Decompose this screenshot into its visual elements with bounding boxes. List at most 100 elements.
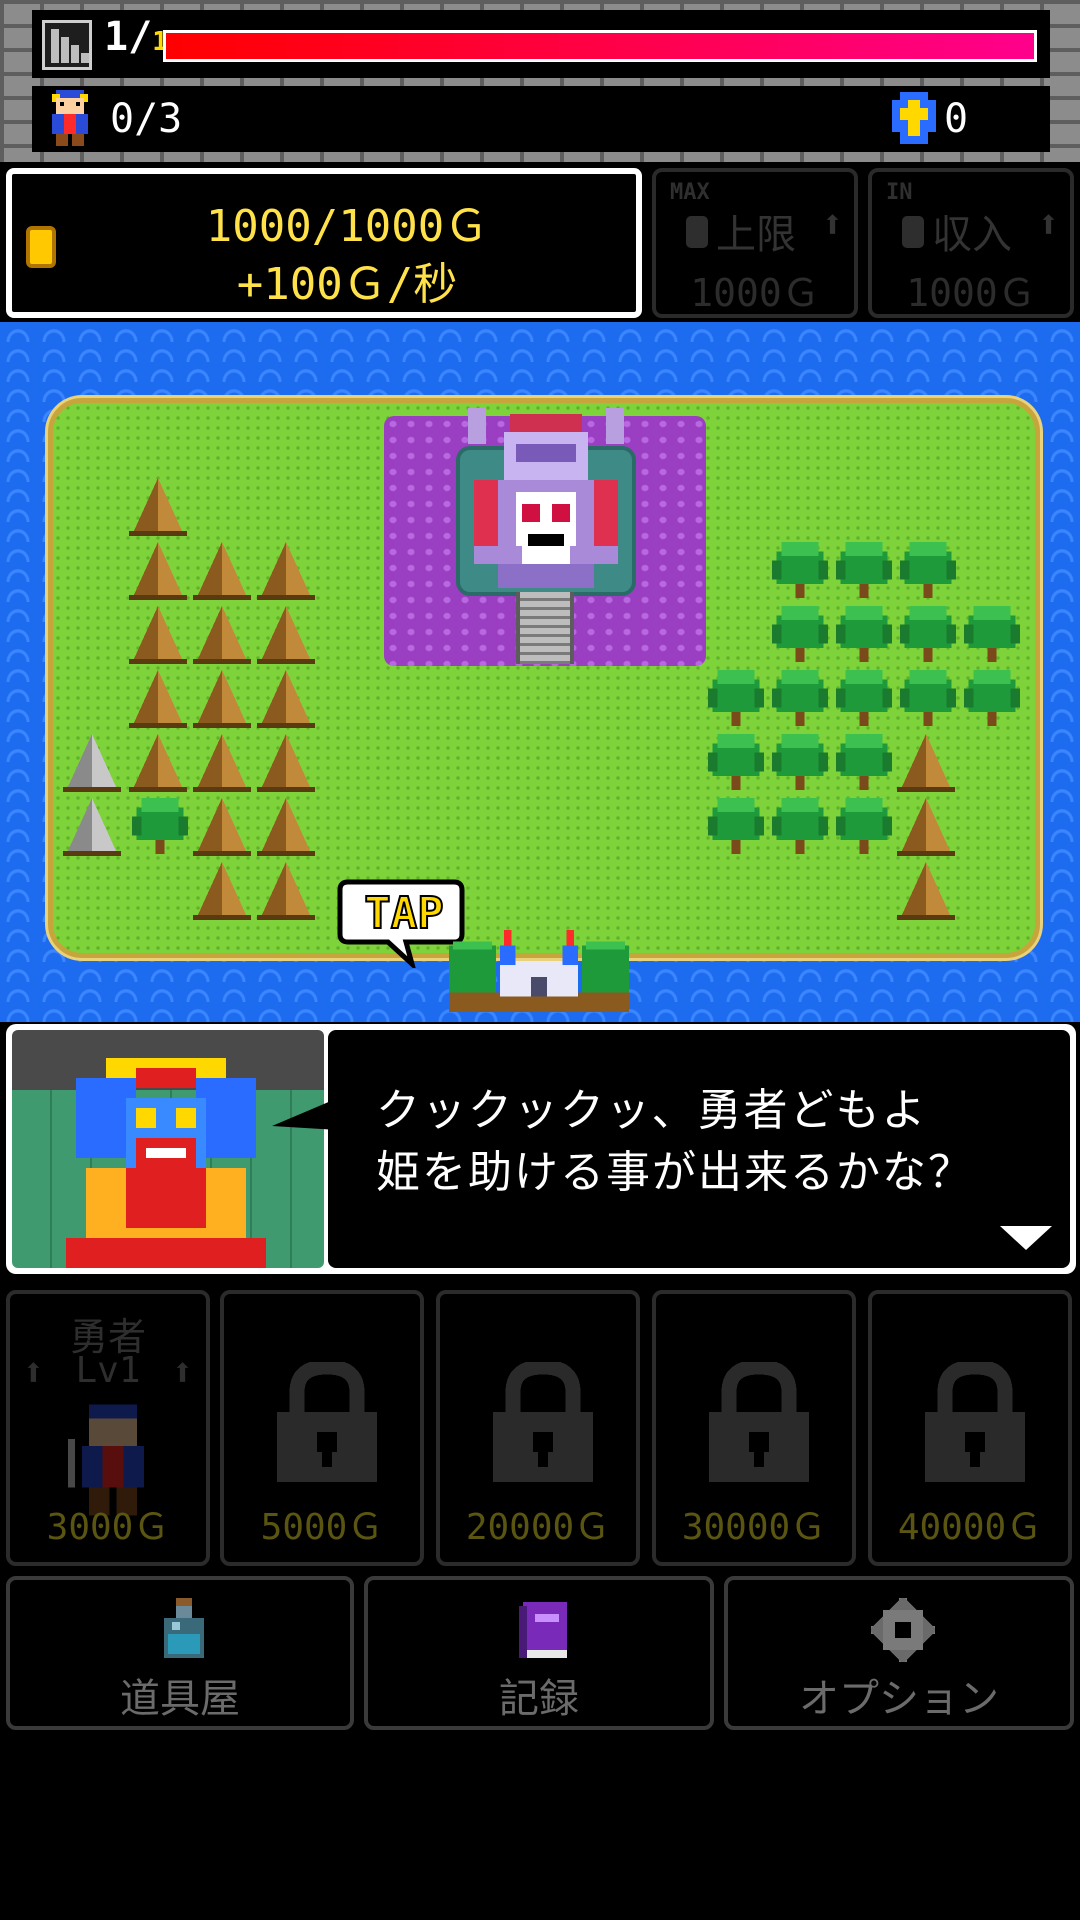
upgrade-income-price: 1000Ｇ bbox=[906, 271, 1036, 315]
mountain-icon bbox=[192, 862, 252, 920]
options-button[interactable]: オプション bbox=[724, 1576, 1074, 1730]
gear-icon bbox=[871, 1598, 935, 1662]
lock-icon bbox=[709, 1362, 809, 1482]
tree-icon bbox=[900, 606, 956, 662]
castle-stairs bbox=[516, 592, 574, 664]
records-button[interactable]: 記録 bbox=[364, 1576, 714, 1730]
floor-counter: 1/1 bbox=[104, 14, 168, 60]
mountain-icon bbox=[192, 798, 252, 856]
gold-panel: 1000/1000Ｇ +100Ｇ/秒 bbox=[6, 168, 642, 318]
lock-icon bbox=[925, 1362, 1025, 1482]
lock-icon bbox=[493, 1362, 593, 1482]
cross-count: 0 bbox=[944, 96, 969, 142]
world-map[interactable]: TAP bbox=[0, 322, 1080, 1022]
mountain-icon bbox=[896, 798, 956, 856]
upgrade-max-tag: MAX bbox=[670, 180, 710, 205]
lock-icon bbox=[277, 1362, 377, 1482]
mountain-icon bbox=[192, 734, 252, 792]
tree-icon bbox=[132, 798, 188, 854]
home-castle[interactable] bbox=[448, 930, 630, 1012]
upgrade-max-label: 上限 bbox=[716, 212, 796, 258]
mountain-icon bbox=[128, 734, 188, 792]
upgrade-income-label: 収入 bbox=[932, 212, 1012, 258]
hp-bar bbox=[163, 30, 1037, 62]
tree-icon bbox=[836, 542, 892, 598]
arrow-up-icon: ⬆ bbox=[1037, 202, 1060, 246]
mountain-icon bbox=[256, 862, 316, 920]
tree-icon bbox=[836, 798, 892, 854]
speech-box: クックックッ、勇者どもよ 姫を助ける事が出来るかな？ bbox=[328, 1030, 1070, 1268]
tree-icon bbox=[772, 606, 828, 662]
unit-price: 40000Ｇ bbox=[897, 1507, 1043, 1548]
book-icon bbox=[519, 1602, 567, 1658]
mountain-icon bbox=[128, 478, 188, 536]
unit-price: 20000Ｇ bbox=[465, 1507, 611, 1548]
demon-lord-icon bbox=[66, 1058, 266, 1268]
upgrade-max-price: 1000Ｇ bbox=[690, 271, 820, 315]
tree-icon bbox=[836, 670, 892, 726]
mountain-icon bbox=[256, 542, 316, 600]
tree-icon bbox=[836, 606, 892, 662]
tree-icon bbox=[708, 670, 764, 726]
mountain-icon bbox=[256, 798, 316, 856]
unit-slot-locked[interactable]: 30000Ｇ bbox=[652, 1290, 856, 1566]
upgrade-income-button[interactable]: IN 収入 ⬆ 1000Ｇ bbox=[868, 168, 1074, 318]
tree-icon bbox=[772, 798, 828, 854]
potion-icon bbox=[164, 1598, 204, 1658]
options-label: オプション bbox=[799, 1676, 999, 1722]
records-label: 記録 bbox=[499, 1676, 579, 1722]
party-count: 0/3 bbox=[110, 96, 183, 142]
tree-icon bbox=[964, 670, 1020, 726]
tree-icon bbox=[900, 542, 956, 598]
cross-icon bbox=[892, 92, 936, 144]
rock-mountain-icon bbox=[62, 798, 122, 856]
mountain-icon bbox=[256, 606, 316, 664]
arrow-up-icon: ⬆ bbox=[171, 1350, 194, 1394]
mountain-icon bbox=[128, 542, 188, 600]
rock-mountain-icon bbox=[62, 734, 122, 792]
tree-icon bbox=[836, 734, 892, 790]
mountain-icon bbox=[896, 734, 956, 792]
mountain-icon bbox=[896, 862, 956, 920]
unit-slot-locked[interactable]: 20000Ｇ bbox=[436, 1290, 640, 1566]
mountain-icon bbox=[256, 734, 316, 792]
dialogue-box[interactable]: クックックッ、勇者どもよ 姫を助ける事が出来るかな？ bbox=[6, 1024, 1076, 1274]
floor-icon bbox=[42, 20, 92, 70]
tree-icon bbox=[772, 542, 828, 598]
upgrade-income-tag: IN bbox=[886, 180, 913, 205]
coin-icon bbox=[902, 216, 924, 248]
unit-slot-locked[interactable]: 40000Ｇ bbox=[868, 1290, 1072, 1566]
unit-price: 3000Ｇ bbox=[46, 1507, 170, 1548]
hero-icon bbox=[52, 90, 88, 146]
unit-slot-locked[interactable]: 5000Ｇ bbox=[220, 1290, 424, 1566]
tree-icon bbox=[964, 606, 1020, 662]
hp-row: 1/1 bbox=[32, 10, 1050, 78]
tap-label: TAP bbox=[363, 887, 444, 940]
arrow-up-icon: ⬆ bbox=[821, 202, 844, 246]
floor-current: 1 bbox=[104, 14, 129, 60]
next-arrow-icon[interactable] bbox=[1000, 1226, 1052, 1250]
mountain-icon bbox=[192, 670, 252, 728]
mountain-icon bbox=[128, 670, 188, 728]
item-shop-button[interactable]: 道具屋 bbox=[6, 1576, 354, 1730]
unit-slot-hero[interactable]: 勇者 ⬆ Lv1 ⬆ 3000Ｇ bbox=[6, 1290, 210, 1566]
status-header: 1/1 0/3 0 bbox=[0, 0, 1080, 162]
unit-price: 30000Ｇ bbox=[681, 1507, 827, 1548]
mountain-icon bbox=[256, 670, 316, 728]
party-row: 0/3 0 bbox=[32, 86, 1050, 152]
gold-rate: +100Ｇ/秒 bbox=[236, 259, 458, 310]
tree-icon bbox=[900, 670, 956, 726]
demon-castle[interactable] bbox=[462, 408, 630, 594]
dialogue-line-2: 姫を助ける事が出来るかな？ bbox=[376, 1147, 974, 1198]
upgrade-max-button[interactable]: MAX 上限 ⬆ 1000Ｇ bbox=[652, 168, 858, 318]
coin-icon bbox=[686, 216, 708, 248]
tree-icon bbox=[708, 798, 764, 854]
dialogue-line-1: クックックッ、勇者どもよ bbox=[376, 1085, 928, 1136]
tree-icon bbox=[772, 670, 828, 726]
mountain-icon bbox=[192, 542, 252, 600]
tree-icon bbox=[708, 734, 764, 790]
mountain-icon bbox=[128, 606, 188, 664]
tree-icon bbox=[772, 734, 828, 790]
item-shop-label: 道具屋 bbox=[120, 1676, 240, 1722]
hp-bar-fill bbox=[166, 33, 1034, 59]
